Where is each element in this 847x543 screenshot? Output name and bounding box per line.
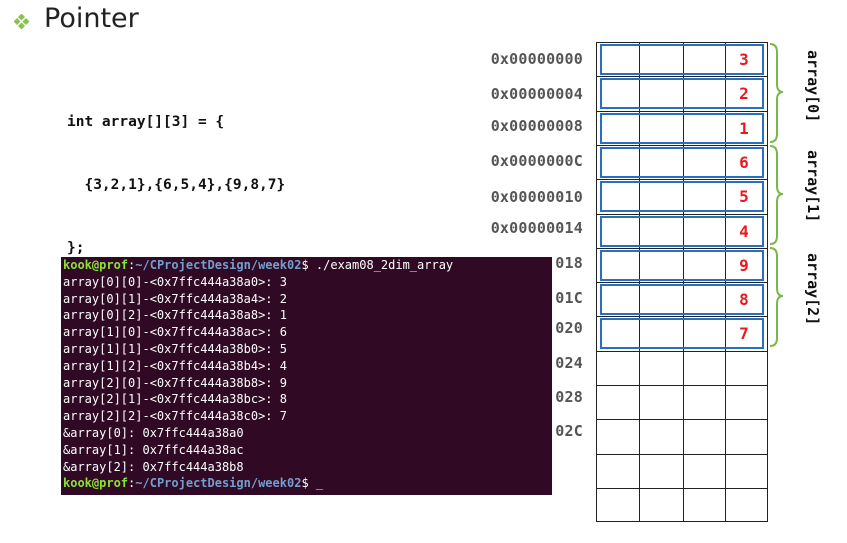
group-braces xyxy=(769,43,784,347)
brace-array2 xyxy=(769,247,784,347)
terminal-output-line: array[2][2]-<0x7ffc444a38c0>: 7 xyxy=(63,409,287,424)
grid-row-line xyxy=(596,145,768,146)
memory-address: 018 xyxy=(555,254,583,272)
memory-value: 7 xyxy=(739,324,749,343)
grid-row-line xyxy=(596,488,768,489)
terminal-output-line: &array[0]: 0x7ffc444a38a0 xyxy=(63,425,244,440)
code-line: }; xyxy=(67,240,85,256)
memory-value: 6 xyxy=(739,153,749,172)
memory-value: 9 xyxy=(739,256,749,275)
grid-row-line xyxy=(596,385,768,386)
memory-address: 0x00000010 xyxy=(490,188,583,206)
label-array2: array[2] xyxy=(804,253,822,326)
memory-address: 01C xyxy=(555,289,583,307)
memory-address: 0x00000004 xyxy=(490,85,583,103)
memory-value: 3 xyxy=(739,50,749,69)
memory-address: 024 xyxy=(555,354,583,372)
diamond-bullet-icon xyxy=(14,14,30,30)
grid-row-line xyxy=(596,316,768,317)
terminal-output-line: &array[1]: 0x7ffc444a38ac xyxy=(63,442,244,457)
memory-address: 020 xyxy=(555,319,583,337)
grid-row-line xyxy=(596,248,768,249)
prompt-symbol: $ xyxy=(301,258,316,272)
grid-row-line xyxy=(596,419,768,420)
brace-array0 xyxy=(769,43,784,143)
memory-value: 1 xyxy=(739,119,749,138)
memory-value: 2 xyxy=(739,84,749,103)
code-line: int array[][3] = { xyxy=(67,114,225,130)
grid-row-line xyxy=(596,454,768,455)
brace-array1 xyxy=(769,145,784,245)
prompt-symbol: $ xyxy=(301,476,316,491)
label-array0: array[0] xyxy=(804,50,822,123)
memory-value: 5 xyxy=(739,187,749,206)
terminal-prompt-line: kook@prof:~/CProjectDesign/week02$ _ xyxy=(61,475,552,492)
prompt-path: ~/CProjectDesign/week02 xyxy=(135,258,302,272)
terminal-command: ./exam08_2dim_array xyxy=(315,258,454,272)
grid-row-line xyxy=(596,214,768,215)
terminal-output-line: array[0][1]-<0x7ffc444a38a4>: 2 xyxy=(63,291,287,306)
memory-address: 028 xyxy=(555,388,583,406)
terminal-output-line: array[1][0]-<0x7ffc444a38ac>: 6 xyxy=(63,325,287,340)
grid-row-line xyxy=(596,179,768,180)
memory-address: 0x00000008 xyxy=(490,117,583,135)
memory-address: 0x00000000 xyxy=(490,50,583,68)
prompt-user: kook@prof xyxy=(63,258,129,272)
memory-value: 8 xyxy=(739,290,749,309)
terminal-output-line: array[2][1]-<0x7ffc444a38bc>: 8 xyxy=(63,392,287,407)
terminal-output-line: array[1][2]-<0x7ffc444a38b4>: 4 xyxy=(63,358,287,373)
prompt-user: kook@prof xyxy=(63,476,129,491)
code-line: {3,2,1},{6,5,4},{9,8,7} xyxy=(67,177,286,193)
memory-address: 0x00000014 xyxy=(490,219,583,237)
terminal-output: array[0][0]-<0x7ffc444a38a0>: 3 array[0][… xyxy=(61,274,552,476)
memory-address: 02C xyxy=(555,422,583,440)
grid-row-line xyxy=(596,76,768,77)
terminal-output-line: array[1][1]-<0x7ffc444a38b0>: 5 xyxy=(63,341,287,356)
memory-value: 4 xyxy=(739,222,749,241)
grid-row-line xyxy=(596,111,768,112)
terminal-output-line: array[0][0]-<0x7ffc444a38a0>: 3 xyxy=(63,274,287,289)
terminal-cursor: _ xyxy=(315,476,324,491)
terminal-command-line: kook@prof:~/CProjectDesign/week02$ ./exa… xyxy=(61,257,552,274)
label-array1: array[1] xyxy=(804,150,822,223)
prompt-path: ~/CProjectDesign/week02 xyxy=(135,476,302,491)
terminal-output-line: &array[2]: 0x7ffc444a38b8 xyxy=(63,459,244,474)
grid-row-line xyxy=(596,282,768,283)
terminal-window[interactable]: kook@prof:~/CProjectDesign/week02$ ./exa… xyxy=(61,257,552,495)
memory-address: 0x0000000C xyxy=(490,152,583,170)
terminal-output-line: array[2][0]-<0x7ffc444a38b8>: 9 xyxy=(63,375,287,390)
slide-title: Pointer xyxy=(44,3,139,34)
terminal-output-line: array[0][2]-<0x7ffc444a38a8>: 1 xyxy=(63,308,287,323)
code-block: int array[][3] = { {3,2,1},{6,5,4},{9,8,… xyxy=(67,70,285,280)
grid-row-line xyxy=(596,351,768,352)
